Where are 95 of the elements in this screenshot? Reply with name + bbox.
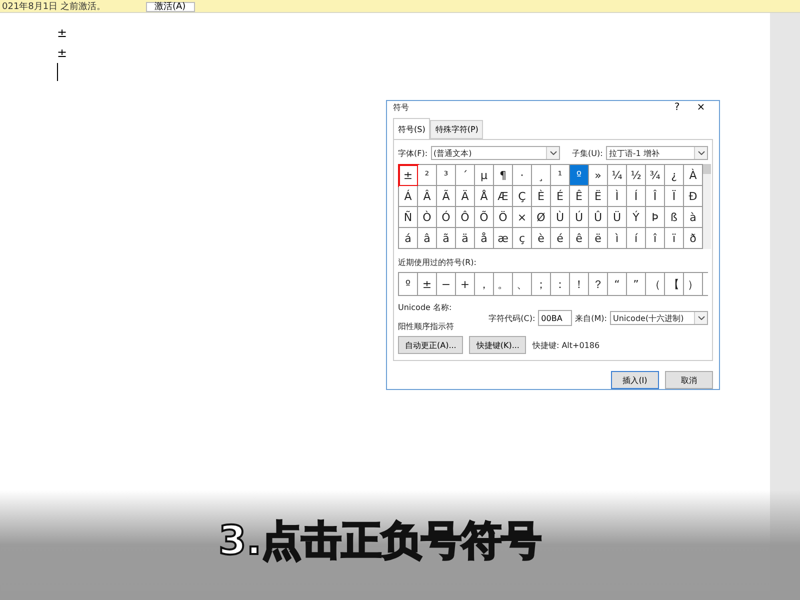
symbol-cell[interactable]: ä — [456, 228, 475, 249]
code-label: 字符代码(C): — [488, 312, 536, 324]
code-field[interactable]: 00BA — [538, 310, 572, 326]
symbol-cell[interactable]: Â — [418, 186, 437, 207]
symbol-cell[interactable]: ¹ — [551, 165, 570, 186]
tab[interactable]: 符号(S) — [393, 118, 430, 139]
symbol-cell[interactable]: Ø — [532, 207, 551, 228]
symbol-cell[interactable]: ½ — [627, 165, 646, 186]
symbol-cell[interactable]: ë — [589, 228, 608, 249]
symbol-cell[interactable]: Û — [589, 207, 608, 228]
symbol-cell[interactable]: å — [475, 228, 494, 249]
caret-icon — [550, 151, 557, 155]
symbol-cell[interactable]: ¸ — [532, 165, 551, 186]
symbol-cell[interactable]: ð — [684, 228, 703, 249]
symbol-cell[interactable]: ç — [513, 228, 532, 249]
insert-button[interactable]: 插入(I) — [611, 371, 659, 389]
symbol-cell[interactable]: Ý — [627, 207, 646, 228]
symbol-cell[interactable]: ê — [570, 228, 589, 249]
unicode-label: Unicode 名称: — [398, 302, 453, 313]
symbol-cell[interactable]: Ò — [418, 207, 437, 228]
symbol-cell[interactable]: µ — [475, 165, 494, 186]
dialog-title: 符号 — [393, 102, 410, 113]
symbol-cell[interactable]: » — [589, 165, 608, 186]
symbol-cell[interactable]: Á — [399, 186, 418, 207]
symbol-cell[interactable]: Î — [646, 186, 665, 207]
symbol-cell[interactable]: æ — [494, 228, 513, 249]
symbol-cell[interactable]: ³ — [437, 165, 456, 186]
symbol-cell[interactable]: í — [627, 228, 646, 249]
notice-text: 021年8月1日 之前激活。 — [2, 3, 106, 12]
symbol-cell[interactable]: è — [532, 228, 551, 249]
caption: 3.点击正负号符号 — [218, 516, 542, 566]
symbol-cell[interactable]: â — [418, 228, 437, 249]
unicode-name: 阳性顺序指示符 — [398, 321, 455, 332]
text-cursor — [57, 63, 58, 81]
symbol-cell[interactable]: Ô — [456, 207, 475, 228]
document-text: ± — [57, 25, 68, 42]
symbol-cell[interactable]: é — [551, 228, 570, 249]
symbol-cell[interactable]: ¿ — [665, 165, 684, 186]
symbol-cell[interactable]: Ç — [513, 186, 532, 207]
symbol-cell[interactable]: ± — [399, 165, 418, 186]
symbol-cell[interactable]: º — [570, 165, 589, 186]
tab[interactable]: 特殊字符(P) — [430, 120, 484, 139]
symbol-cell[interactable]: Õ — [475, 207, 494, 228]
symbol-cell[interactable]: Ì — [608, 186, 627, 207]
symbol-cell[interactable]: Ã — [437, 186, 456, 207]
symbol-cell[interactable]: Ä — [456, 186, 475, 207]
symbol-cell[interactable]: Ó — [437, 207, 456, 228]
font-label: 字体(F): — [398, 148, 428, 158]
symbol-cell[interactable]: Ù — [551, 207, 570, 228]
activate-button[interactable]: 激活(A) — [146, 2, 195, 12]
caret-icon — [698, 151, 704, 155]
autocorrect-button[interactable]: 自动更正(A)... — [398, 336, 464, 354]
scrollbar[interactable] — [703, 164, 711, 249]
symbol-cell[interactable]: Ñ — [399, 207, 418, 228]
shortcut-text: 快捷键: Alt+0186 — [532, 340, 600, 350]
symbol-cell[interactable]: Ú — [570, 207, 589, 228]
symbol-cell[interactable]: ¶ — [494, 165, 513, 186]
symbol-cell[interactable]: ¾ — [646, 165, 665, 186]
symbol-cell[interactable]: È — [532, 186, 551, 207]
symbol-cell[interactable]: à — [684, 207, 703, 228]
symbol-cell[interactable]: Þ — [646, 207, 665, 228]
recent-label: 近期使用过的符号(R): — [398, 257, 478, 268]
help-button[interactable]: ? — [665, 102, 689, 113]
symbol-cell[interactable]: ã — [437, 228, 456, 249]
symbol-cell[interactable]: î — [646, 228, 665, 249]
symbol-cell[interactable]: Í — [627, 186, 646, 207]
font-dropdown[interactable]: (普通文本) — [430, 146, 560, 160]
from-label: 来自(M): — [575, 312, 607, 324]
symbol-cell[interactable]: É — [551, 186, 570, 207]
symbol-cell[interactable]: ´ — [456, 165, 475, 186]
symbol-cell[interactable]: Å — [475, 186, 494, 207]
symbol-cell[interactable]: Ü — [608, 207, 627, 228]
symbol-cell[interactable]: × — [513, 207, 532, 228]
subset-label: 子集(U): — [572, 148, 603, 158]
cancel-button[interactable]: 取消 — [665, 371, 713, 389]
symbol-cell[interactable]: á — [399, 228, 418, 249]
symbol-cell[interactable]: ß — [665, 207, 684, 228]
close-button[interactable]: × — [689, 102, 713, 113]
symbol-cell[interactable]: ï — [665, 228, 684, 249]
subset-dropdown[interactable]: 拉丁语-1 增补 — [606, 146, 708, 160]
from-dropdown[interactable]: Unicode(十六进制) — [610, 311, 708, 325]
shortcut-button[interactable]: 快捷键(K)... — [469, 336, 526, 354]
symbol-cell[interactable]: Ö — [494, 207, 513, 228]
symbol-cell[interactable]: Ð — [684, 186, 703, 207]
document-text: ± — [57, 45, 68, 62]
symbol-cell[interactable]: ² — [418, 165, 437, 186]
symbol-cell[interactable]: ì — [608, 228, 627, 249]
symbol-cell[interactable]: Æ — [494, 186, 513, 207]
symbol-cell[interactable]: · — [513, 165, 532, 186]
symbol-cell[interactable]: Ï — [665, 186, 684, 207]
symbol-cell[interactable]: Ê — [570, 186, 589, 207]
caret-icon — [698, 316, 704, 320]
symbol-cell[interactable]: Ë — [589, 186, 608, 207]
symbol-cell[interactable]: À — [684, 165, 703, 186]
symbol-cell[interactable]: ¼ — [608, 165, 627, 186]
